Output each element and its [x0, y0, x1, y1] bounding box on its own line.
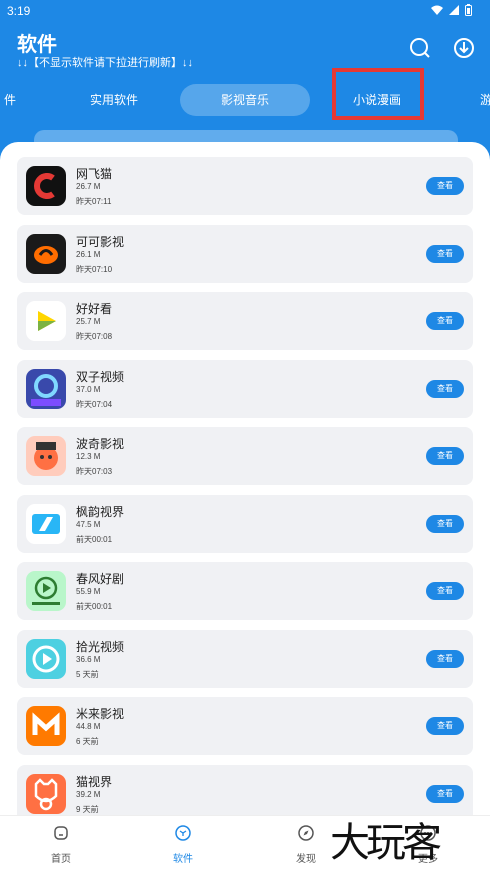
app-card[interactable]: 好好看 25.7 M 昨天07:08 查看 — [17, 292, 473, 350]
app-name: 猫视界 — [76, 774, 113, 789]
battery-icon — [465, 4, 472, 16]
nav-label-software: 软件 — [173, 854, 193, 865]
app-list-sheet: 网飞猫 26.7 M 昨天07:11 查看 可可影视 26.1 M 昨天07:10 查看 好好看… — [0, 142, 490, 871]
app-card[interactable]: 网飞猫 26.7 M 昨天07:11 查看 — [17, 157, 473, 215]
milai-icon — [26, 706, 66, 746]
app-card[interactable]: 双子视频 37.0 M 昨天07:04 查看 — [17, 359, 473, 418]
netflix-cat-icon — [26, 166, 66, 206]
app-name: 米来影视 — [76, 707, 125, 721]
page-title: 软件 — [17, 34, 57, 56]
signal-icon — [449, 5, 459, 15]
view-button[interactable]: 查看 — [426, 649, 464, 668]
view-button[interactable]: 查看 — [426, 244, 464, 263]
highlight-box — [332, 68, 424, 120]
view-button[interactable]: 查看 — [426, 514, 464, 533]
app-name: 拾光视频 — [76, 639, 125, 654]
fengyun-icon — [26, 503, 66, 544]
status-time: 3:19 — [7, 4, 31, 18]
app-card[interactable]: 枫韵视界 47.5 M 前天00:01 查看 — [17, 494, 473, 553]
app-time: 前天00:01 — [76, 534, 113, 544]
app-time: 前天00:01 — [76, 602, 113, 611]
gemini-icon — [26, 368, 66, 409]
app-size: 25.7 M — [76, 317, 101, 326]
app-size: 44.8 M — [76, 722, 101, 731]
tab-partial-right[interactable]: 游 — [480, 84, 490, 116]
status-icons — [431, 4, 472, 16]
app-size: 47.5 M — [76, 519, 101, 529]
app-name: 波奇影视 — [76, 437, 125, 451]
app-name: 双子视频 — [76, 369, 125, 384]
app-size: 26.7 M — [76, 182, 101, 191]
home-icon — [52, 824, 70, 842]
download-icon — [454, 38, 474, 58]
refresh-hint: ↓↓【不显示软件请下拉进行刷新】↓↓ — [17, 57, 193, 69]
app-time: 昨天07:11 — [76, 197, 112, 206]
app-name: 枫韵视界 — [76, 504, 125, 519]
app-time: 6 天前 — [76, 737, 99, 746]
app-card[interactable]: 拾光视频 36.6 M 5 天前 查看 — [17, 629, 473, 688]
view-button[interactable]: 查看 — [426, 379, 464, 398]
haohaokan-icon — [26, 301, 66, 341]
search-icon — [410, 38, 430, 58]
app-name: 春风好剧 — [76, 572, 125, 586]
software-icon — [174, 824, 192, 842]
watermark: 大玩客 — [330, 820, 442, 866]
compass-icon — [297, 824, 315, 842]
search-button[interactable] — [408, 36, 432, 60]
app-time: 5 天前 — [76, 669, 99, 679]
shiguang-icon — [26, 638, 66, 679]
app-card[interactable]: 波奇影视 12.3 M 昨天07:03 查看 — [17, 427, 473, 485]
tab-partial-left[interactable]: 件 — [0, 84, 20, 116]
app-time: 昨天07:10 — [76, 264, 113, 274]
nav-home[interactable]: 首页 — [31, 824, 91, 865]
tab-utility[interactable]: 实用软件 — [75, 84, 153, 116]
tab-video-music[interactable]: 影视音乐 — [180, 84, 310, 116]
view-button[interactable]: 查看 — [426, 582, 464, 600]
nav-software[interactable]: 软件 — [153, 824, 213, 865]
maoshijie-icon — [26, 773, 66, 814]
chunfeng-icon — [26, 571, 66, 611]
keke-icon — [26, 233, 66, 274]
app-name: 好好看 — [76, 302, 113, 316]
app-name: 网飞猫 — [76, 167, 113, 181]
boqi-icon — [26, 436, 66, 476]
app-card[interactable]: 米来影视 44.8 M 6 天前 查看 — [17, 697, 473, 755]
view-button[interactable]: 查看 — [426, 784, 464, 803]
app-card[interactable]: 可可影视 26.1 M 昨天07:10 查看 — [17, 224, 473, 283]
nav-label-home: 首页 — [51, 854, 71, 865]
app-time: 昨天07:04 — [76, 399, 113, 409]
view-button[interactable]: 查看 — [426, 177, 464, 195]
app-size: 37.0 M — [76, 384, 101, 394]
view-button[interactable]: 查看 — [426, 717, 464, 735]
wifi-icon — [431, 5, 443, 15]
app-card[interactable]: 春风好剧 55.9 M 前天00:01 查看 — [17, 562, 473, 620]
nav-label-discover: 发现 — [296, 854, 316, 865]
app-size: 55.9 M — [76, 587, 101, 596]
app-time: 9 天前 — [76, 804, 99, 814]
download-button[interactable] — [452, 36, 476, 60]
status-bar: 3:19 — [0, 0, 490, 22]
app-time: 昨天07:03 — [76, 467, 113, 476]
view-button[interactable]: 查看 — [426, 447, 464, 465]
app-size: 26.1 M — [76, 249, 101, 259]
app-size: 39.2 M — [76, 789, 101, 799]
app-time: 昨天07:08 — [76, 332, 113, 341]
app-name: 可可影视 — [76, 234, 125, 249]
app-size: 36.6 M — [76, 654, 101, 664]
view-button[interactable]: 查看 — [426, 312, 464, 330]
app-size: 12.3 M — [76, 452, 101, 461]
nav-discover[interactable]: 发现 — [276, 824, 336, 865]
